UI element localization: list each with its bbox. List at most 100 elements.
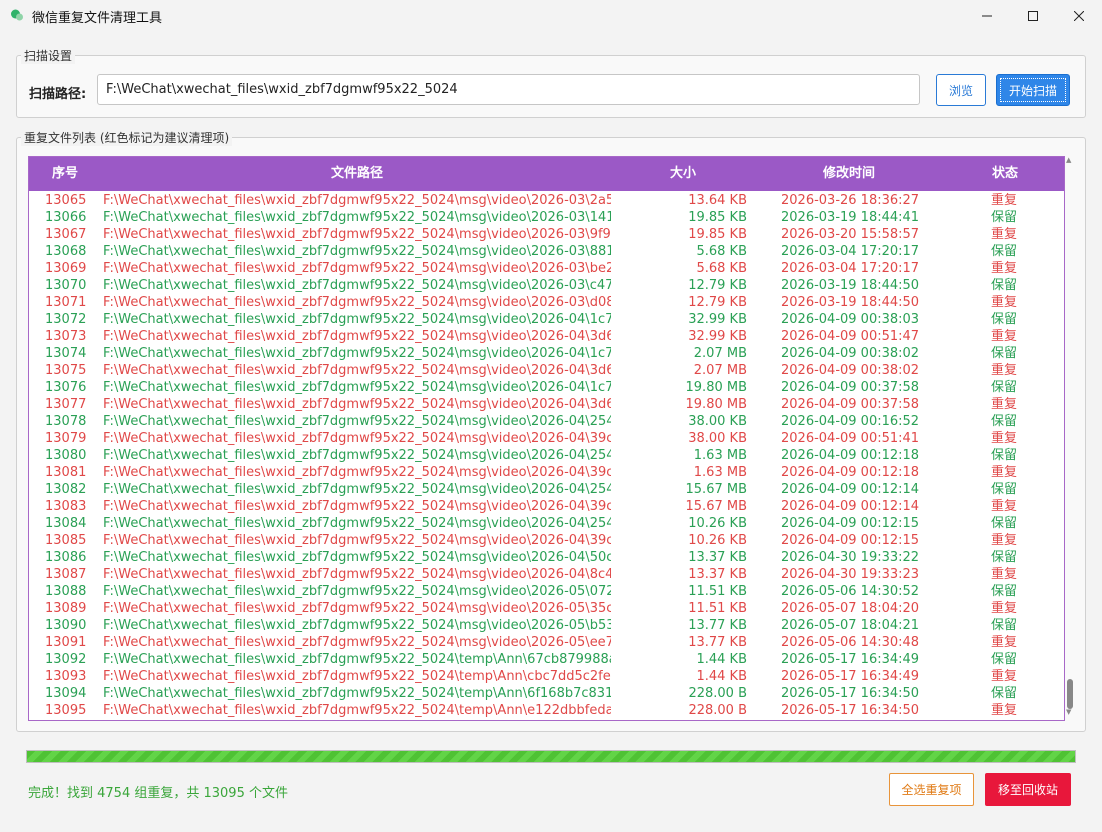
row-index: 13065 [45, 193, 87, 208]
scan-path-label: 扫描路径: [29, 87, 87, 102]
table-row[interactable]: 13094 F:\WeChat\xwechat_files\wxid_zbf7dg… [29, 685, 1064, 702]
table-row[interactable]: 13077 F:\WeChat\xwechat_files\wxid_zbf7dg… [29, 396, 1064, 413]
table-row[interactable]: 13079 F:\WeChat\xwechat_files\wxid_zbf7dg… [29, 430, 1064, 447]
table-row[interactable]: 13074 F:\WeChat\xwechat_files\wxid_zbf7dg… [29, 345, 1064, 362]
column-header-path[interactable]: 文件路径 [101, 157, 613, 191]
row-time: 2026-04-09 00:51:47 [781, 329, 920, 344]
row-size: 228.00 B [688, 686, 747, 701]
table-row[interactable]: 13083 F:\WeChat\xwechat_files\wxid_zbf7dg… [29, 498, 1064, 515]
row-status: 重复 [991, 295, 1018, 310]
row-status: 保留 [991, 652, 1018, 667]
start-scan-button[interactable]: 开始扫描 [996, 74, 1070, 106]
row-path: F:\WeChat\xwechat_files\wxid_zbf7dgmwf95… [103, 499, 611, 514]
table-row[interactable]: 13078 F:\WeChat\xwechat_files\wxid_zbf7dg… [29, 413, 1064, 430]
row-size: 11.51 KB [688, 584, 747, 599]
table-row[interactable]: 13068 F:\WeChat\xwechat_files\wxid_zbf7dg… [29, 243, 1064, 260]
column-header-index[interactable]: 序号 [29, 157, 101, 191]
row-index: 13081 [45, 465, 87, 480]
table-row[interactable]: 13087 F:\WeChat\xwechat_files\wxid_zbf7dg… [29, 566, 1064, 583]
app-logo-icon [11, 9, 23, 21]
row-index: 13082 [45, 482, 87, 497]
row-index: 13070 [45, 278, 87, 293]
column-header-status[interactable]: 状态 [979, 157, 1031, 191]
row-path: F:\WeChat\xwechat_files\wxid_zbf7dgmwf95… [103, 618, 611, 633]
row-index: 13077 [45, 397, 87, 412]
move-to-recycle-bin-button[interactable]: 移至回收站 [985, 773, 1071, 806]
table-row[interactable]: 13073 F:\WeChat\xwechat_files\wxid_zbf7dg… [29, 328, 1064, 345]
table-row[interactable]: 13070 F:\WeChat\xwechat_files\wxid_zbf7dg… [29, 277, 1064, 294]
row-time: 2026-05-06 14:30:48 [781, 635, 920, 650]
row-time: 2026-03-20 15:58:57 [781, 227, 920, 242]
table-row[interactable]: 13093 F:\WeChat\xwechat_files\wxid_zbf7dg… [29, 668, 1064, 685]
scroll-thumb[interactable] [1067, 679, 1073, 709]
table-row[interactable]: 13065 F:\WeChat\xwechat_files\wxid_zbf7dg… [29, 192, 1064, 209]
row-path: F:\WeChat\xwechat_files\wxid_zbf7dgmwf95… [103, 533, 611, 548]
row-size: 228.00 B [688, 703, 747, 718]
select-all-duplicates-button[interactable]: 全选重复项 [889, 773, 974, 806]
row-time: 2026-04-09 00:51:41 [781, 431, 920, 446]
table-row[interactable]: 13092 F:\WeChat\xwechat_files\wxid_zbf7dg… [29, 651, 1064, 668]
table-row[interactable]: 13095 F:\WeChat\xwechat_files\wxid_zbf7dg… [29, 702, 1064, 719]
row-index: 13085 [45, 533, 87, 548]
row-size: 19.80 MB [685, 397, 747, 412]
table-row[interactable]: 13084 F:\WeChat\xwechat_files\wxid_zbf7dg… [29, 515, 1064, 532]
row-time: 2026-04-09 00:38:02 [781, 346, 920, 361]
scan-path-input[interactable]: F:\WeChat\xwechat_files\wxid_zbf7dgmwf95… [97, 74, 920, 105]
row-size: 12.79 KB [688, 278, 747, 293]
row-size: 15.67 MB [685, 499, 747, 514]
table-scrollbar[interactable]: ▲ ▼ [1064, 156, 1074, 719]
row-time: 2026-04-09 00:12:18 [781, 465, 920, 480]
table-row[interactable]: 13071 F:\WeChat\xwechat_files\wxid_zbf7dg… [29, 294, 1064, 311]
table-row[interactable]: 13086 F:\WeChat\xwechat_files\wxid_zbf7dg… [29, 549, 1064, 566]
scan-status-text: 完成！找到 4754 组重复，共 13095 个文件 [28, 786, 288, 801]
table-row[interactable]: 13076 F:\WeChat\xwechat_files\wxid_zbf7dg… [29, 379, 1064, 396]
row-time: 2026-03-04 17:20:17 [781, 244, 920, 259]
table-row[interactable]: 13082 F:\WeChat\xwechat_files\wxid_zbf7dg… [29, 481, 1064, 498]
browse-button[interactable]: 浏览 [936, 74, 986, 106]
table-row[interactable]: 13066 F:\WeChat\xwechat_files\wxid_zbf7dg… [29, 209, 1064, 226]
row-time: 2026-04-09 00:38:02 [781, 363, 920, 378]
row-index: 13093 [45, 669, 87, 684]
scroll-down-arrow-icon[interactable]: ▼ [1066, 708, 1071, 716]
scroll-up-arrow-icon[interactable]: ▲ [1066, 156, 1071, 164]
row-path: F:\WeChat\xwechat_files\wxid_zbf7dgmwf95… [103, 669, 611, 684]
row-time: 2026-04-09 00:12:15 [781, 533, 920, 548]
table-row[interactable]: 13081 F:\WeChat\xwechat_files\wxid_zbf7dg… [29, 464, 1064, 481]
row-status: 保留 [991, 550, 1018, 565]
row-time: 2026-04-09 00:12:18 [781, 448, 920, 463]
row-size: 38.00 KB [688, 431, 747, 446]
table-row[interactable]: 13080 F:\WeChat\xwechat_files\wxid_zbf7dg… [29, 447, 1064, 464]
row-size: 10.26 KB [688, 533, 747, 548]
row-time: 2026-03-26 18:36:27 [781, 193, 920, 208]
row-status: 保留 [991, 278, 1018, 293]
row-index: 13092 [45, 652, 87, 667]
table-row[interactable]: 13089 F:\WeChat\xwechat_files\wxid_zbf7dg… [29, 600, 1064, 617]
table-row[interactable]: 13075 F:\WeChat\xwechat_files\wxid_zbf7dg… [29, 362, 1064, 379]
table-row[interactable]: 13072 F:\WeChat\xwechat_files\wxid_zbf7dg… [29, 311, 1064, 328]
table-row[interactable]: 13085 F:\WeChat\xwechat_files\wxid_zbf7dg… [29, 532, 1064, 549]
close-button[interactable] [1056, 0, 1102, 32]
row-time: 2026-05-17 16:34:49 [781, 652, 920, 667]
row-size: 2.07 MB [693, 346, 747, 361]
table-row[interactable]: 13090 F:\WeChat\xwechat_files\wxid_zbf7dg… [29, 617, 1064, 634]
table-header: 序号 文件路径 大小 修改时间 状态 [29, 157, 1064, 191]
row-time: 2026-04-09 00:37:58 [781, 380, 920, 395]
table-row[interactable]: 13069 F:\WeChat\xwechat_files\wxid_zbf7dg… [29, 260, 1064, 277]
maximize-button[interactable] [1010, 0, 1056, 32]
table-row[interactable]: 13091 F:\WeChat\xwechat_files\wxid_zbf7dg… [29, 634, 1064, 651]
table-row[interactable]: 13067 F:\WeChat\xwechat_files\wxid_zbf7dg… [29, 226, 1064, 243]
row-path: F:\WeChat\xwechat_files\wxid_zbf7dgmwf95… [103, 686, 611, 701]
column-header-time[interactable]: 修改时间 [769, 157, 929, 191]
row-index: 13084 [45, 516, 87, 531]
row-status: 重复 [991, 669, 1018, 684]
row-path: F:\WeChat\xwechat_files\wxid_zbf7dgmwf95… [103, 227, 611, 242]
row-index: 13094 [45, 686, 87, 701]
row-status: 重复 [991, 329, 1018, 344]
row-time: 2026-03-19 18:44:41 [781, 210, 920, 225]
row-path: F:\WeChat\xwechat_files\wxid_zbf7dgmwf95… [103, 431, 611, 446]
row-index: 13086 [45, 550, 87, 565]
minimize-button[interactable] [964, 0, 1010, 32]
row-path: F:\WeChat\xwechat_files\wxid_zbf7dgmwf95… [103, 329, 611, 344]
table-row[interactable]: 13088 F:\WeChat\xwechat_files\wxid_zbf7dg… [29, 583, 1064, 600]
column-header-size[interactable]: 大小 [619, 157, 747, 191]
